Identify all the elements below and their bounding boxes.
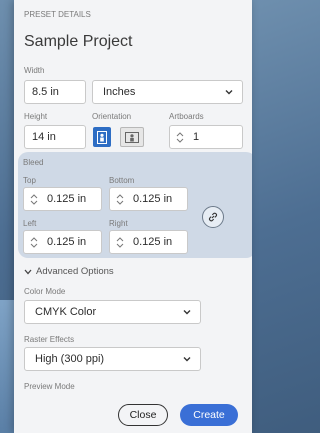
bleed-bottom-value: 0.125 in <box>133 193 173 205</box>
preset-details-panel: PRESET DETAILS Sample Project Width 8.5 … <box>14 0 252 433</box>
stepper-arrows[interactable] <box>173 126 187 148</box>
create-button[interactable]: Create <box>180 404 238 426</box>
advanced-options-toggle[interactable]: Advanced Options <box>24 266 114 277</box>
raster-effects-value: High (300 ppi) <box>35 353 105 365</box>
height-label: Height <box>24 112 48 121</box>
bleed-left-label: Left <box>23 219 37 228</box>
width-label: Width <box>24 66 45 75</box>
raster-effects-select[interactable]: High (300 ppi) <box>24 347 201 371</box>
height-input[interactable]: 14 in <box>24 125 86 149</box>
chain-link-icon <box>208 212 218 222</box>
chevron-down-icon <box>183 310 191 315</box>
width-input[interactable]: 8.5 in <box>24 80 86 104</box>
bleed-right-stepper[interactable]: 0.125 in <box>109 230 188 254</box>
stepper-arrows[interactable] <box>113 188 127 210</box>
landscape-orientation-button[interactable] <box>120 127 144 147</box>
bleed-left-value: 0.125 in <box>47 236 87 248</box>
orientation-label: Orientation <box>92 112 132 121</box>
chevron-down-icon[interactable] <box>176 138 184 143</box>
bleed-right-label: Right <box>109 219 128 228</box>
artboards-label: Artboards <box>169 112 204 121</box>
preview-mode-label: Preview Mode <box>24 382 75 391</box>
artboards-value: 1 <box>193 131 200 143</box>
color-mode-label: Color Mode <box>24 287 66 296</box>
raster-effects-label: Raster Effects <box>24 335 75 344</box>
chevron-down-icon <box>24 269 32 274</box>
color-mode-value: CMYK Color <box>35 306 97 318</box>
bleed-top-label: Top <box>23 176 36 185</box>
chevron-down-icon[interactable] <box>116 243 124 248</box>
chevron-down-icon[interactable] <box>30 243 38 248</box>
chevron-up-icon[interactable] <box>30 193 38 199</box>
artboards-stepper[interactable]: 1 <box>169 125 243 149</box>
close-button[interactable]: Close <box>118 404 168 426</box>
chevron-down-icon[interactable] <box>30 200 38 205</box>
chevron-up-icon[interactable] <box>30 236 38 242</box>
bleed-right-value: 0.125 in <box>133 236 173 248</box>
portrait-orientation-button[interactable] <box>93 127 111 147</box>
bleed-left-stepper[interactable]: 0.125 in <box>23 230 102 254</box>
bleed-bottom-stepper[interactable]: 0.125 in <box>109 187 188 211</box>
chevron-up-icon[interactable] <box>116 236 124 242</box>
height-value: 14 in <box>32 131 56 143</box>
section-label: PRESET DETAILS <box>24 10 91 19</box>
person-portrait-icon <box>97 130 107 144</box>
width-value: 8.5 in <box>32 86 59 98</box>
bleed-label: Bleed <box>23 158 44 167</box>
chevron-up-icon[interactable] <box>116 193 124 199</box>
chevron-up-icon[interactable] <box>176 131 184 137</box>
link-bleed-button[interactable] <box>202 206 224 228</box>
units-value: Inches <box>103 86 136 98</box>
bleed-top-value: 0.125 in <box>47 193 87 205</box>
stepper-arrows[interactable] <box>27 188 41 210</box>
chevron-down-icon[interactable] <box>116 200 124 205</box>
color-mode-select[interactable]: CMYK Color <box>24 300 201 324</box>
stepper-arrows[interactable] <box>113 231 127 253</box>
chevron-down-icon <box>183 357 191 362</box>
person-landscape-icon <box>125 131 139 143</box>
bleed-bottom-label: Bottom <box>109 176 135 185</box>
bleed-top-stepper[interactable]: 0.125 in <box>23 187 102 211</box>
chevron-down-icon <box>225 90 233 95</box>
stepper-arrows[interactable] <box>27 231 41 253</box>
units-select[interactable]: Inches <box>92 80 243 104</box>
preset-title[interactable]: Sample Project <box>24 33 133 51</box>
advanced-options-label: Advanced Options <box>36 266 114 277</box>
